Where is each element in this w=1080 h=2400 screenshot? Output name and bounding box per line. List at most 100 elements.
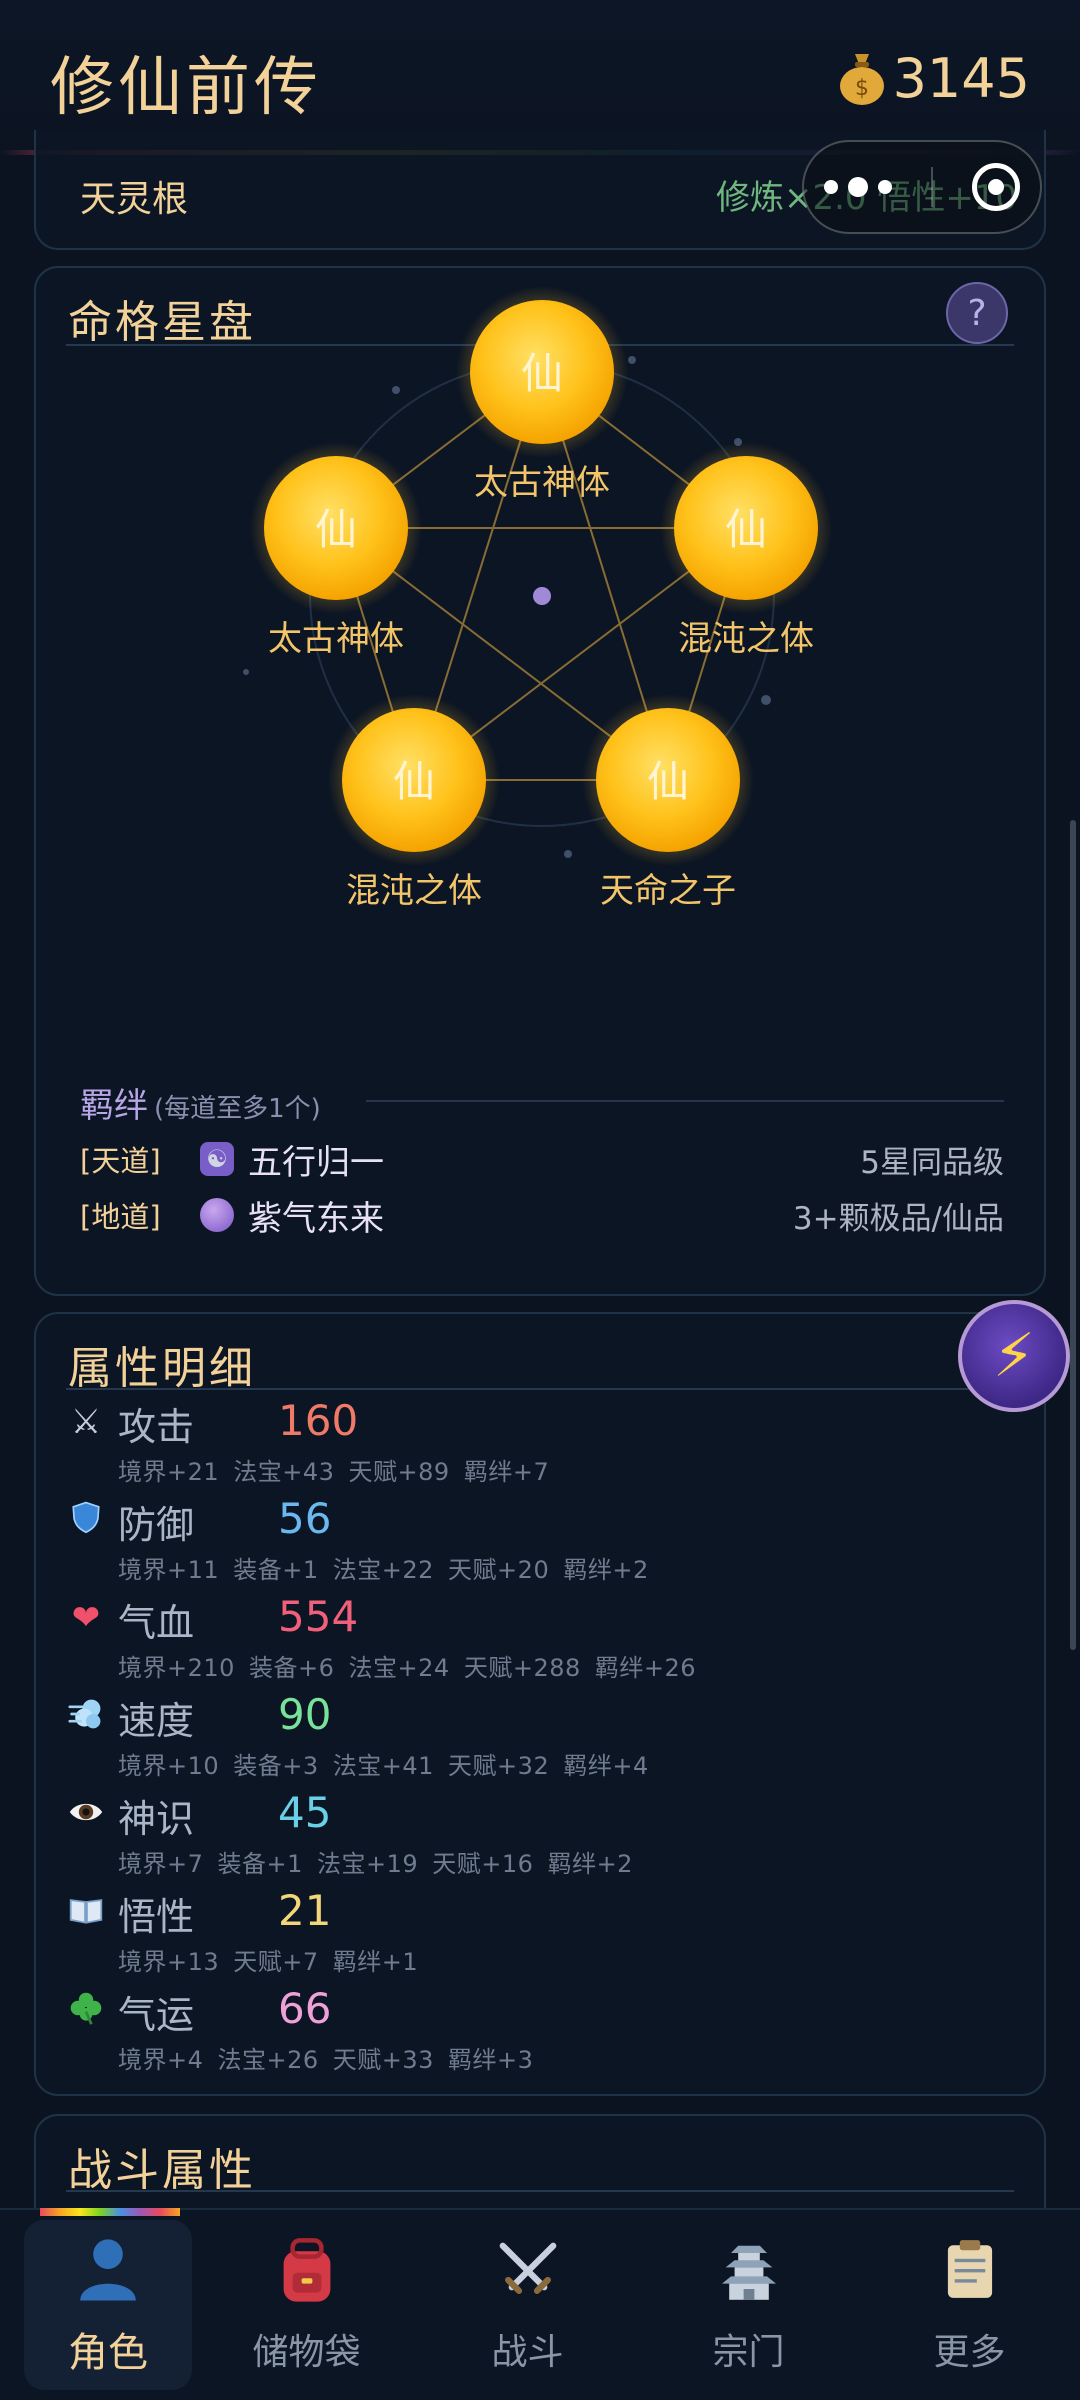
shield-icon <box>66 1500 106 1540</box>
money-bag-icon: $ <box>839 54 884 105</box>
lightning-action-button[interactable]: ⚡ <box>958 1300 1070 1412</box>
tab-character[interactable]: 角色 <box>24 2220 192 2390</box>
combat-title: 战斗属性 <box>68 2145 256 2196</box>
bond-name: 五行归一 <box>248 1142 384 1183</box>
close-miniprogram-button[interactable] <box>972 163 1021 211</box>
attr-row-speed: 速度 90 境界+10 装备+3 法宝+41 天赋+32 羁绊+4 <box>66 1690 1006 1788</box>
bond-tag: [天道] <box>80 1144 161 1178</box>
attr-value: 90 <box>278 1690 332 1739</box>
book-icon <box>66 1892 106 1932</box>
star-node-glyph: 仙 <box>315 505 357 554</box>
tab-label: 角色 <box>68 2330 148 2376</box>
star-node-3[interactable]: 仙 天命之子 <box>582 694 754 911</box>
star-node-glyph: 仙 <box>393 757 435 806</box>
tab-label: 宗门 <box>712 2332 785 2373</box>
attr-detail: 境界+11 装备+1 法宝+22 天赋+20 羁绊+2 <box>118 1556 649 1584</box>
star-node-glyph: 仙 <box>647 757 689 806</box>
attr-name: 气血 <box>118 1601 195 1645</box>
attr-name: 气运 <box>118 1993 195 2037</box>
star-node-label: 混沌之体 <box>346 871 482 911</box>
backpack-icon <box>271 2235 343 2315</box>
attr-name: 悟性 <box>118 1895 195 1939</box>
bond-requirement: 3+颗极品/仙品 <box>792 1200 1004 1237</box>
attr-detail: 境界+210 装备+6 法宝+24 天赋+288 羁绊+26 <box>118 1654 697 1682</box>
card-divider <box>66 1388 1014 1390</box>
tab-label: 更多 <box>933 2332 1006 2373</box>
attr-row-spirit-sense: 神识 45 境界+7 装备+1 法宝+19 天赋+16 羁绊+2 <box>66 1788 1006 1886</box>
attr-row-luck: 气运 66 境界+4 法宝+26 天赋+33 羁绊+3 <box>66 1984 1006 2082</box>
attr-name: 攻击 <box>118 1405 195 1449</box>
star-node-label: 混沌之体 <box>678 619 814 659</box>
bonds-title: 羁绊 (每道至多1个) <box>80 1078 321 1127</box>
wind-icon <box>66 1696 106 1736</box>
pagoda-icon <box>713 2235 785 2315</box>
coin-balance: $ 3145 <box>837 46 1030 110</box>
bond-requirement: 5星同品级 <box>860 1144 1004 1181</box>
attr-detail: 境界+7 装备+1 法宝+19 天赋+16 羁绊+2 <box>118 1850 633 1878</box>
attr-detail: 境界+21 法宝+43 天赋+89 羁绊+7 <box>118 1458 550 1486</box>
center-star <box>533 587 551 605</box>
star-node-glyph: 仙 <box>521 349 563 398</box>
attr-row-comprehension: 悟性 21 境界+13 天赋+7 羁绊+1 <box>66 1886 1006 1984</box>
attr-row-defense: 防御 56 境界+11 装备+1 法宝+22 天赋+20 羁绊+2 <box>66 1494 1006 1592</box>
tab-storage-bag[interactable]: 储物袋 <box>196 2210 417 2400</box>
bond-name: 紫气东来 <box>248 1198 384 1239</box>
attr-name: 神识 <box>118 1797 195 1841</box>
bonds-note: (每道至多1个) <box>154 1094 321 1124</box>
crystal-ball-icon <box>200 1198 234 1232</box>
bonds-divider <box>366 1100 1004 1102</box>
attributes-card: 属性明细 ⚔ 攻击 160 境界+21 法宝+43 天赋+89 羁绊+7 防御 … <box>34 1312 1046 2096</box>
star-chart-card: 命格星盘 ? 仙 太古神体 仙 混沌之体 仙 天命之子 仙 混沌之体 仙 太古神… <box>34 266 1046 1296</box>
attr-detail: 境界+13 天赋+7 羁绊+1 <box>118 1948 419 1976</box>
card-divider <box>66 2190 1014 2192</box>
star-node-4[interactable]: 仙 混沌之体 <box>328 694 500 911</box>
star-node-label: 太古神体 <box>268 619 404 659</box>
bond-row-heaven[interactable]: [天道] ☯ 五行归一 5星同品级 <box>80 1134 1004 1184</box>
attr-value: 554 <box>278 1592 359 1641</box>
yin-yang-icon: ☯ <box>200 1142 234 1176</box>
heart-icon: ❤ <box>71 1598 101 1638</box>
tab-sect[interactable]: 宗门 <box>638 2210 859 2400</box>
tab-label: 战斗 <box>491 2332 564 2373</box>
bottom-tab-bar: 角色 储物袋 战斗 宗门 更多 <box>0 2208 1080 2400</box>
svg-text:$: $ <box>855 76 869 101</box>
clipboard-icon <box>936 2235 1004 2315</box>
clover-icon <box>66 1990 106 2030</box>
scrollbar[interactable] <box>1070 820 1076 1650</box>
tab-battle[interactable]: 战斗 <box>417 2210 638 2400</box>
bond-row-earth[interactable]: [地道] 紫气东来 3+颗极品/仙品 <box>80 1190 1004 1240</box>
tab-more[interactable]: 更多 <box>859 2210 1080 2400</box>
attr-detail: 境界+10 装备+3 法宝+41 天赋+32 羁绊+4 <box>118 1752 649 1780</box>
star-node-label: 太古神体 <box>474 463 610 503</box>
app-title: 修仙前传 <box>50 51 322 125</box>
star-node-label: 天命之子 <box>600 871 736 911</box>
attr-value: 56 <box>278 1494 332 1543</box>
star-chart-diagram: 仙 太古神体 仙 混沌之体 仙 天命之子 仙 混沌之体 仙 太古神体 <box>243 286 832 911</box>
lightning-icon: ⚡ <box>992 1321 1036 1391</box>
coin-amount: 3145 <box>892 46 1030 110</box>
attr-value: 21 <box>278 1886 332 1935</box>
star-node-1[interactable]: 仙 太古神体 <box>456 286 628 503</box>
more-menu-button[interactable] <box>823 177 892 197</box>
attr-name: 防御 <box>118 1503 195 1547</box>
attr-row-attack: ⚔ 攻击 160 境界+21 法宝+43 天赋+89 羁绊+7 <box>66 1396 1006 1494</box>
star-node-glyph: 仙 <box>725 505 767 554</box>
attr-value: 66 <box>278 1984 332 2033</box>
attr-value: 160 <box>278 1396 359 1445</box>
bond-tag: [地道] <box>80 1200 161 1234</box>
bonds-title-text: 羁绊 <box>80 1086 148 1126</box>
attr-name: 速度 <box>118 1699 195 1743</box>
attr-value: 45 <box>278 1788 332 1837</box>
attributes-title: 属性明细 <box>68 1343 256 1394</box>
spirit-root-label: 天灵根 <box>80 179 189 220</box>
attr-detail: 境界+4 法宝+26 天赋+33 羁绊+3 <box>118 2046 534 2074</box>
star-node-5[interactable]: 仙 太古神体 <box>250 442 422 659</box>
crossed-swords-icon: ⚔ <box>70 1402 102 1442</box>
crossed-swords-icon <box>492 2235 564 2315</box>
active-tab-indicator <box>40 2208 180 2216</box>
star-node-2[interactable]: 仙 混沌之体 <box>660 442 832 659</box>
attr-row-hp: ❤ 气血 554 境界+210 装备+6 法宝+24 天赋+288 羁绊+26 <box>66 1592 1006 1690</box>
person-icon <box>71 2232 145 2312</box>
miniprogram-capsule <box>802 140 1042 234</box>
eye-icon <box>66 1794 106 1834</box>
